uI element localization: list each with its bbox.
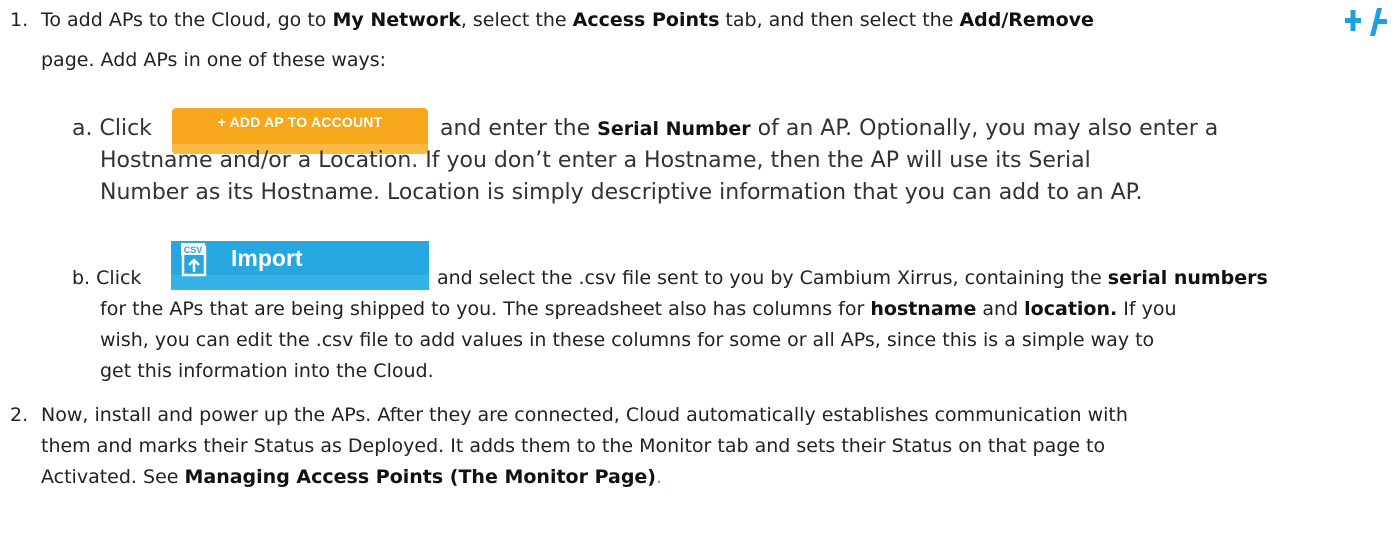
step-a-line-2: Hostname and/or a Location. If you don’t… [100,148,1091,173]
my-network-label: My Network [332,9,461,31]
access-points-label: Access Points [572,9,720,31]
step-a-letter: a. Click [72,116,152,141]
step-2-line-3: Activated. See Managing Access Points (T… [41,466,663,488]
step-2-number: 2. [10,404,29,426]
step-1-line-1: To add APs to the Cloud, go to My Networ… [41,9,1094,31]
step-1-line-2: page. Add APs in one of these ways: [41,49,387,71]
plus-minus-icon [1345,8,1387,36]
csv-icon-tag: CSV [184,245,203,255]
step-b-line-1: and select the .csv file sent to you by … [437,267,1268,289]
step-b-line-4: get this information into the Cloud. [100,360,434,382]
add-remove-label: Add/Remove [959,9,1094,31]
step-2-line-2: them and marks their Status as Deployed.… [41,435,1106,457]
import-button[interactable]: CSV Import [171,241,429,290]
csv-import-icon: CSV [181,243,207,277]
step-b-letter: b. Click [72,267,142,289]
step-a-line-1: and enter the Serial Number of an AP. Op… [440,116,1219,141]
location-label: location. [1024,298,1118,320]
step-2-line-1: Now, install and power up the APs. After… [41,404,1128,426]
step-b-line-2: for the APs that are being shipped to yo… [100,298,1177,320]
serial-number-label: Serial Number [597,118,751,140]
import-button-label: Import [231,245,303,271]
serial-numbers-label: serial numbers [1107,267,1268,289]
step-b-line-3: wish, you can edit the .csv file to add … [100,329,1155,351]
step-1-number: 1. [10,9,29,31]
step-a-line-3: Number as its Hostname. Location is simp… [100,180,1143,205]
managing-access-points-link[interactable]: Managing Access Points (The Monitor Page… [184,466,656,488]
hostname-label: hostname [870,298,977,320]
